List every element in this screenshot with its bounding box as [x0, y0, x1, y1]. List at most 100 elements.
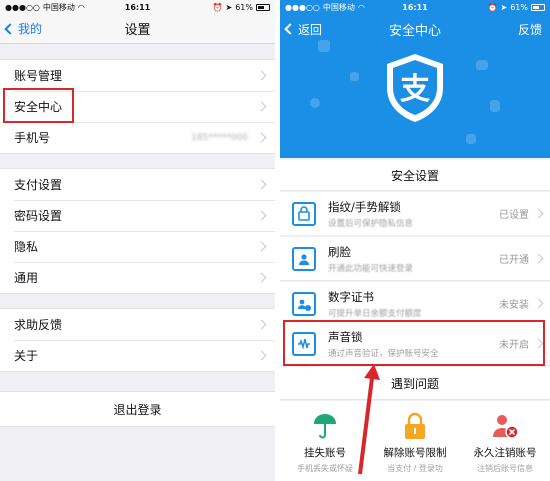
menu-item-security[interactable]: 安全中心 [0, 91, 275, 122]
settings-screen: ●●●○○ 中国移动 ◠ 16:11 ⏰ ➤ 61% 我的 设置 账号管理 安全… [0, 0, 275, 481]
back-button[interactable]: 我的 [0, 20, 42, 37]
decor-shape [466, 134, 476, 144]
help-item-subtitle: 注销后账号信息 [477, 464, 533, 473]
menu-item-about[interactable]: 关于 [0, 340, 275, 371]
decor-shape [490, 100, 500, 112]
chevron-right-icon [533, 338, 544, 349]
shield-glyph: 支 [400, 72, 430, 107]
signal-icon: ●●●○○ [5, 2, 40, 12]
security-header: ●●●○○ 中国移动 ◠ 16:11 ⏰ ➤ 61% 返回 安全中心 反馈 支 [280, 0, 550, 158]
user-remove-icon [491, 411, 519, 441]
security-item-voice-lock[interactable]: 声音锁 通过声音验证，保护账号安全 未开启 [280, 322, 550, 366]
help-item-close-account[interactable]: 永久注销账号 注销后账号信息 [460, 401, 550, 481]
menu-item-label: 求助反馈 [14, 318, 63, 332]
wifi-icon: ◠ [77, 2, 85, 12]
alarm-icon: ⏰ [212, 2, 223, 12]
security-item-certificate[interactable]: 数字证书 可提升单日余额支付额度 未安装 [280, 282, 550, 326]
menu-item-account[interactable]: 账号管理 [0, 60, 275, 91]
help-actions: 挂失账号 手机丢失或怀疑 解除账号限制 当支付 / 登录功 永久注销账号 注销后… [280, 401, 550, 481]
back-label: 返回 [298, 22, 323, 37]
carrier-name: 中国移动 [322, 2, 355, 12]
battery-percent: 61% [235, 2, 253, 12]
security-item-status: 已设置 [499, 210, 529, 221]
chevron-left-icon [284, 23, 296, 35]
carrier-name: 中国移动 [42, 2, 75, 12]
security-item-status: 已开通 [499, 255, 529, 266]
security-item-status: 未开启 [499, 340, 529, 351]
security-item-status: 未安装 [499, 300, 529, 311]
feedback-button[interactable]: 反馈 [518, 21, 550, 38]
navigation-bar: 返回 安全中心 反馈 [280, 14, 550, 44]
wifi-icon: ◠ [357, 2, 365, 12]
menu-item-label: 关于 [14, 349, 39, 363]
help-item-report-loss[interactable]: 挂失账号 手机丢失或怀疑 [280, 401, 370, 481]
menu-item-label: 手机号 [14, 131, 51, 145]
fingerprint-icon [292, 201, 316, 226]
chevron-right-icon [533, 253, 544, 264]
help-item-subtitle: 当支付 / 登录功 [387, 464, 443, 473]
help-group: 求助反馈 关于 [0, 308, 275, 372]
security-item-subtitle: 设置后可保护隐私信息 [328, 218, 414, 229]
face-scan-icon [292, 246, 316, 271]
menu-item-label: 密码设置 [14, 209, 63, 223]
phone-number-value: 185*****000 [191, 132, 248, 143]
logout-button[interactable]: 退出登录 [0, 391, 275, 427]
help-item-unlock-account[interactable]: 解除账号限制 当支付 / 登录功 [370, 401, 460, 481]
security-item-face[interactable]: 刷脸 开通此功能可快速登录 已开通 [280, 237, 550, 281]
back-label: 我的 [18, 22, 43, 36]
alipay-shield-icon: 支 [387, 54, 443, 122]
chevron-right-icon [256, 132, 267, 143]
menu-item-phone[interactable]: 手机号 185*****000 [0, 122, 275, 153]
decor-shape [310, 98, 320, 108]
navigation-bar: 我的 设置 [0, 14, 275, 44]
menu-item-label: 安全中心 [14, 100, 63, 114]
chevron-right-icon [256, 70, 267, 81]
signal-icon: ●●●○○ [285, 2, 320, 12]
security-center-screen: ●●●○○ 中国移动 ◠ 16:11 ⏰ ➤ 61% 返回 安全中心 反馈 支 [280, 0, 550, 481]
battery-percent: 61% [510, 2, 528, 12]
menu-item-label: 通用 [14, 271, 39, 285]
decor-shape [350, 72, 359, 81]
status-bar: ●●●○○ 中国移动 ◠ 16:11 ⏰ ➤ 61% [0, 0, 275, 14]
security-item-subtitle: 可提升单日余额支付额度 [328, 308, 422, 319]
chevron-right-icon [256, 319, 267, 330]
security-item-title: 刷脸 [328, 244, 351, 259]
voiceprint-icon [292, 331, 316, 356]
menu-item-payment[interactable]: 支付设置 [0, 169, 275, 200]
status-right: ⏰ ➤ 61% [213, 3, 270, 12]
menu-item-general[interactable]: 通用 [0, 262, 275, 293]
security-item-title: 数字证书 [328, 289, 374, 304]
logout-label: 退出登录 [113, 402, 162, 417]
location-icon: ➤ [225, 2, 233, 12]
menu-item-label: 账号管理 [14, 69, 63, 83]
battery-icon [256, 3, 270, 11]
menu-item-password[interactable]: 密码设置 [0, 200, 275, 231]
chevron-right-icon [256, 210, 267, 221]
menu-item-feedback[interactable]: 求助反馈 [0, 309, 275, 340]
lock-icon [403, 411, 427, 441]
security-item-fingerprint[interactable]: 指纹/手势解锁 设置后可保护隐私信息 已设置 [280, 192, 550, 236]
chevron-right-icon [256, 350, 267, 361]
chevron-right-icon [533, 208, 544, 219]
settings-group: 支付设置 密码设置 隐私 通用 [0, 168, 275, 294]
section-title-security-settings: 安全设置 [280, 160, 550, 191]
help-item-subtitle: 手机丢失或怀疑 [297, 464, 353, 473]
help-item-title: 解除账号限制 [383, 447, 447, 459]
section-title-help: 遇到问题 [280, 367, 550, 400]
security-item-subtitle: 通过声音验证，保护账号安全 [328, 348, 439, 359]
chevron-left-icon [4, 22, 16, 35]
chevron-right-icon [533, 298, 544, 309]
account-group: 账号管理 安全中心 手机号 185*****000 [0, 59, 275, 154]
back-button[interactable]: 返回 [280, 21, 322, 38]
battery-icon [531, 3, 545, 11]
status-bar: ●●●○○ 中国移动 ◠ 16:11 ⏰ ➤ 61% [280, 0, 550, 14]
chevron-right-icon [256, 179, 267, 190]
umbrella-icon [312, 411, 338, 441]
menu-item-privacy[interactable]: 隐私 [0, 231, 275, 262]
chevron-right-icon [256, 101, 267, 112]
certificate-icon [292, 291, 316, 316]
decor-shape [476, 60, 488, 70]
alarm-icon: ⏰ [487, 2, 498, 12]
status-right: ⏰ ➤ 61% [488, 3, 545, 12]
chevron-right-icon [256, 272, 267, 283]
